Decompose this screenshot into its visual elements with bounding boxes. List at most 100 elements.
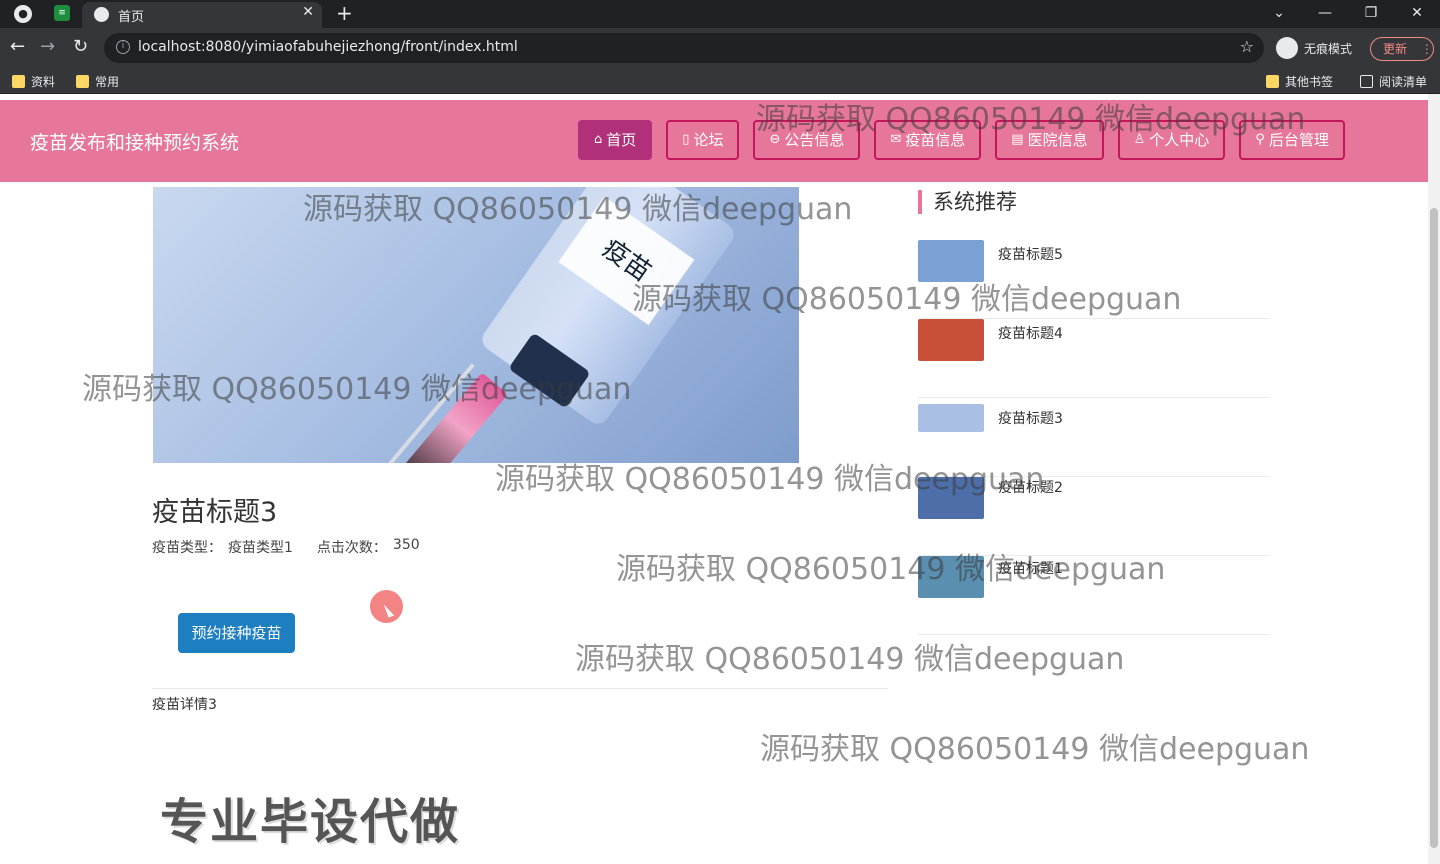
recommend-thumbnail[interactable] [918, 477, 984, 519]
promo-watermark: 专业毕设代做 [160, 794, 461, 850]
browser-tab-bar: ● ≡ 首页 ✕ + ⌄ — ❐ ✕ [0, 0, 1440, 28]
close-tab-icon[interactable]: ✕ [302, 4, 314, 20]
github-icon[interactable]: ● [14, 5, 32, 23]
vial-illustration: 疫苗 [477, 187, 739, 429]
site-title: 疫苗发布和接种预约系统 [30, 132, 240, 154]
vial-cap [508, 332, 591, 409]
folder-icon [12, 75, 25, 88]
recommend-heading: 系统推荐 [918, 190, 1017, 214]
home-icon: ⌂ [594, 132, 603, 147]
clicks-label: 点击次数： [316, 540, 387, 556]
menu-icon[interactable]: ⋮ [1421, 42, 1433, 56]
site-info-icon[interactable]: i [116, 40, 130, 54]
vaccine-hero-image: 疫苗 [153, 187, 799, 463]
recommend-thumbnail[interactable] [918, 404, 984, 432]
vaccine-title: 疫苗标题3 [152, 497, 278, 528]
vaccine-meta: 疫苗类型： 疫苗类型1 点击次数： 350 [152, 537, 420, 557]
folder-icon [76, 75, 89, 88]
new-tab-icon[interactable]: + [336, 1, 353, 25]
nav-label: 个人中心 [1149, 131, 1210, 149]
bookmark-star-icon[interactable]: ☆ [1240, 37, 1254, 56]
announcement-icon: ⊖ [769, 132, 781, 147]
watermark: 源码获取 QQ86050149 微信deepguan [760, 732, 1310, 767]
forum-icon: ▯ [682, 132, 690, 147]
page-content: 疫苗发布和接种预约系统 ⌂ 首页 ▯ 论坛 ⊖ 公告信息 ✉ 疫苗信息 ▤ 医院… [0, 94, 1440, 864]
clicks-value: 350 [392, 537, 420, 553]
mail-icon: ✉ [890, 132, 902, 147]
type-value: 疫苗类型1 [228, 540, 293, 556]
nav-label: 疫苗信息 [905, 131, 966, 149]
nav-label: 论坛 [693, 131, 724, 149]
nav-vaccines[interactable]: ✉ 疫苗信息 [874, 120, 982, 160]
reload-icon[interactable]: ↻ [73, 36, 88, 57]
folder-icon [1266, 75, 1279, 88]
recommend-item[interactable]: 疫苗标题3 [918, 398, 1270, 477]
reading-list-icon [1360, 75, 1373, 88]
bookmark-label: 常用 [95, 75, 120, 89]
bookmarks-bar: 资料 常用 其他书签 阅读清单 [0, 68, 1440, 94]
nav-home[interactable]: ⌂ 首页 [578, 120, 653, 160]
globe-icon [94, 7, 109, 22]
incognito-icon [1276, 37, 1298, 59]
recommend-title[interactable]: 疫苗标题4 [998, 323, 1063, 343]
update-label: 更新 [1383, 42, 1408, 56]
sheets-icon[interactable]: ≡ [54, 5, 70, 21]
divider [152, 688, 888, 689]
hospital-icon: ▤ [1011, 132, 1024, 147]
minimize-icon[interactable]: — [1302, 0, 1348, 28]
nav-admin[interactable]: ⚲ 后台管理 [1239, 120, 1345, 160]
scrollbar-thumb[interactable] [1430, 208, 1438, 848]
window-controls: ⌄ — ❐ ✕ [1256, 0, 1440, 28]
recommend-list: 疫苗标题5 疫苗标题4 疫苗标题3 疫苗标题2 疫苗标题1 [918, 240, 1270, 635]
type-label: 疫苗类型： [152, 540, 222, 556]
watermark: 源码获取 QQ86050149 微信deepguan [575, 642, 1125, 677]
incognito-indicator[interactable]: 无痕模式 [1276, 36, 1352, 60]
book-vaccination-button[interactable]: 预约接种疫苗 [178, 613, 295, 653]
url-text: localhost:8080/yimiaofabuhejiezhong/fron… [138, 39, 518, 55]
recommend-thumbnail[interactable] [918, 319, 984, 361]
nav-label: 后台管理 [1268, 131, 1329, 149]
incognito-label: 无痕模式 [1304, 41, 1353, 56]
close-window-icon[interactable]: ✕ [1394, 0, 1440, 28]
bookmark-label: 阅读清单 [1379, 75, 1428, 89]
page-scrollbar[interactable] [1428, 94, 1440, 864]
back-icon[interactable]: ← [10, 36, 25, 57]
nav-label: 医院信息 [1027, 131, 1088, 149]
url-input[interactable]: i localhost:8080/yimiaofabuhejiezhong/fr… [104, 33, 1264, 63]
bookmark-label: 资料 [31, 75, 56, 89]
bookmark-folder[interactable]: 资料 [12, 73, 55, 90]
recommend-thumbnail[interactable] [918, 556, 984, 598]
bookmark-folder[interactable]: 常用 [76, 73, 119, 90]
update-button[interactable]: 更新 ⋮ [1370, 37, 1434, 61]
vial-label: 疫苗 [558, 196, 695, 326]
user-icon: ♙ [1133, 132, 1146, 147]
nav-profile[interactable]: ♙ 个人中心 [1117, 120, 1226, 160]
recommend-item[interactable]: 疫苗标题4 [918, 319, 1270, 398]
recommend-title[interactable]: 疫苗标题5 [998, 244, 1063, 264]
reading-list[interactable]: 阅读清单 [1360, 73, 1427, 90]
forward-icon[interactable]: → [40, 36, 55, 57]
restore-icon[interactable]: ❐ [1348, 0, 1394, 28]
address-bar: ← → ↻ i localhost:8080/yimiaofabuhejiezh… [0, 28, 1440, 68]
bookmark-label: 其他书签 [1285, 75, 1334, 89]
nav-hospitals[interactable]: ▤ 医院信息 [995, 120, 1104, 160]
main-nav: ⌂ 首页 ▯ 论坛 ⊖ 公告信息 ✉ 疫苗信息 ▤ 医院信息 ♙ 个人中心 ⚲ … [578, 120, 1345, 160]
browser-tab[interactable]: 首页 ✕ [82, 2, 322, 28]
syringe-illustration [391, 372, 509, 463]
nav-label: 首页 [606, 131, 637, 149]
nav-announcements[interactable]: ⊖ 公告信息 [753, 120, 861, 160]
tab-search-icon[interactable]: ⌄ [1256, 0, 1302, 28]
recommend-item[interactable]: 疫苗标题1 [918, 556, 1270, 635]
nav-label: 公告信息 [784, 131, 845, 149]
recommend-title[interactable]: 疫苗标题1 [998, 558, 1063, 578]
link-icon: ⚲ [1255, 132, 1265, 147]
recommend-item[interactable]: 疫苗标题5 [918, 240, 1270, 319]
nav-forum[interactable]: ▯ 论坛 [666, 120, 740, 160]
other-bookmarks[interactable]: 其他书签 [1266, 73, 1333, 90]
recommend-thumbnail[interactable] [918, 240, 984, 282]
recommend-title[interactable]: 疫苗标题2 [998, 477, 1063, 497]
tab-title: 首页 [118, 10, 145, 25]
site-header: 疫苗发布和接种预约系统 ⌂ 首页 ▯ 论坛 ⊖ 公告信息 ✉ 疫苗信息 ▤ 医院… [0, 100, 1428, 182]
recommend-item[interactable]: 疫苗标题2 [918, 477, 1270, 556]
recommend-title[interactable]: 疫苗标题3 [998, 408, 1063, 428]
